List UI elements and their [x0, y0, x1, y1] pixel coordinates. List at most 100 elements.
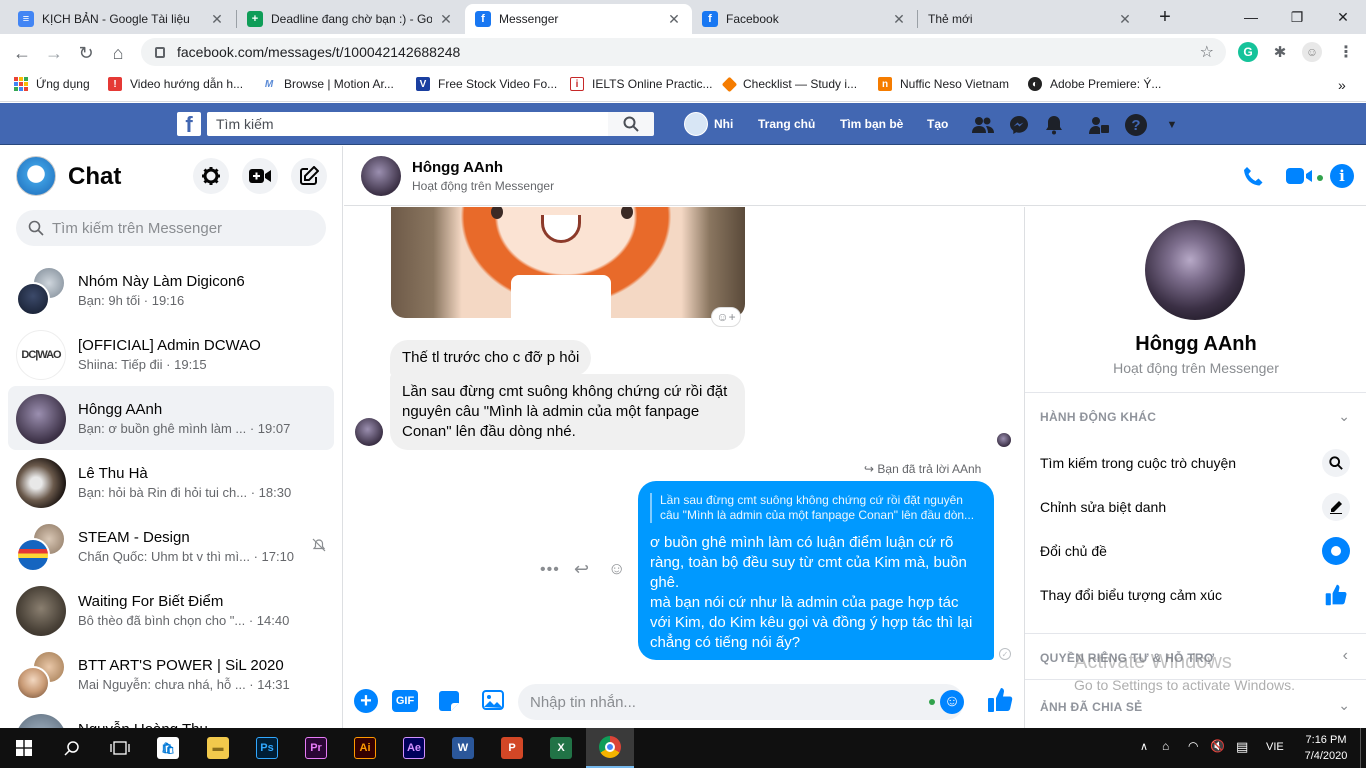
close-window-button[interactable]: ✕ — [1320, 0, 1366, 34]
bookmark-star-icon[interactable]: ☆ — [1200, 42, 1214, 62]
messenger-icon[interactable] — [1008, 114, 1030, 136]
close-tab-icon[interactable]: ✕ — [1117, 11, 1133, 28]
messenger-search-input[interactable]: Tìm kiếm trên Messenger — [16, 210, 326, 246]
search-button[interactable] — [48, 728, 96, 768]
chevron-down-icon[interactable]: ⌄ — [1338, 408, 1350, 425]
show-hidden-icons-chevron-icon[interactable]: ∧ — [1140, 740, 1148, 753]
shared-image[interactable] — [391, 207, 745, 318]
home-link[interactable]: Trang chủ — [758, 103, 815, 145]
bookmark-video-guide[interactable]: ! Video hướng dẫn h... — [108, 77, 243, 91]
theme-color-icon[interactable] — [1322, 537, 1350, 565]
chevron-left-icon[interactable]: ‹ — [1343, 647, 1348, 665]
keyboard-icon[interactable]: ▤ — [1236, 739, 1248, 755]
message-input[interactable]: Nhập tin nhắn... — [518, 684, 964, 720]
network-status-icon[interactable]: ⌂ — [1162, 739, 1169, 753]
voice-call-icon[interactable] — [1242, 166, 1264, 188]
close-tab-icon[interactable]: ✕ — [666, 11, 682, 28]
bookmark-ielts[interactable]: i IELTS Online Practic... — [570, 77, 713, 91]
message-bubble-sent[interactable]: Lần sau đừng cmt suông không chứng cứ rồ… — [638, 481, 994, 660]
more-options-icon[interactable]: ••• — [540, 561, 560, 579]
video-call-icon[interactable] — [1286, 167, 1314, 185]
conversation-item[interactable]: BTT ART'S POWER | SiL 2020 Mai Nguyễn: c… — [8, 642, 334, 706]
gif-icon[interactable]: GIF — [392, 690, 418, 712]
grammarly-extension-icon[interactable]: G — [1238, 42, 1258, 62]
back-button[interactable]: ← — [8, 39, 36, 67]
bookmark-adobe-premiere[interactable]: ◐ Adobe Premiere: Ý... — [1028, 77, 1161, 91]
action-edit-nickname[interactable]: Chỉnh sửa biệt danh — [1040, 499, 1166, 515]
bookmark-checklist[interactable]: Checklist — Study i... — [721, 76, 857, 92]
pencil-icon[interactable] — [1322, 493, 1350, 521]
photo-icon[interactable] — [482, 690, 504, 710]
bookmark-motion-array[interactable]: M Browse | Motion Ar... — [262, 77, 394, 91]
my-avatar[interactable] — [16, 156, 56, 196]
conversation-info-icon[interactable]: i — [1330, 164, 1354, 188]
contact-name[interactable]: Hôngg AAnh — [412, 159, 503, 176]
message-bubble-received[interactable]: Lần sau đừng cmt suông không chứng cứ rồ… — [390, 374, 745, 450]
show-desktop-button[interactable] — [1360, 728, 1366, 768]
start-button[interactable] — [0, 728, 48, 768]
more-actions-plus-icon[interactable]: + — [354, 689, 378, 713]
profile-avatar-icon[interactable]: ☺ — [1302, 42, 1322, 62]
conversation-item[interactable]: STEAM - Design Chấn Quốc: Uhm bt v thì m… — [8, 514, 334, 578]
section-more-actions[interactable]: HÀNH ĐỘNG KHÁC — [1040, 410, 1156, 424]
settings-button[interactable] — [193, 158, 229, 194]
conversation-item[interactable]: Lê Thu Hà Bạn: hỏi bà Rin đi hỏi tui ch.… — [8, 450, 334, 514]
facebook-search-input[interactable]: Tìm kiếm — [207, 112, 608, 136]
search-button[interactable] — [608, 112, 654, 136]
tab-messenger[interactable]: f Messenger ✕ — [465, 4, 692, 34]
taskbar-premiere[interactable]: Pr — [292, 728, 340, 768]
taskbar-chrome-active[interactable] — [586, 728, 634, 768]
chevron-down-icon[interactable]: ⌄ — [1338, 697, 1350, 714]
conversation-item[interactable]: Nhóm Này Làm Digicon6 Bạn: 9h tối · 19:1… — [8, 258, 334, 322]
new-tab-button[interactable]: + — [1143, 0, 1187, 34]
sticker-icon[interactable] — [438, 690, 460, 712]
contact-avatar[interactable] — [361, 156, 401, 196]
bookmark-free-stock-video[interactable]: V Free Stock Video Fo... — [416, 77, 557, 91]
clock[interactable]: 7:16 PM 7/4/2020 — [1296, 732, 1356, 764]
thumbs-up-emoji-icon[interactable] — [1322, 581, 1350, 609]
react-emoji-icon[interactable]: ☺ — [608, 559, 625, 579]
account-menu-chevron-icon[interactable]: ▼ — [1161, 114, 1183, 136]
tab-new-tab[interactable]: Thẻ mới ✕ — [918, 4, 1143, 34]
input-language[interactable]: VIE — [1266, 741, 1284, 753]
contact-profile-picture[interactable] — [1145, 220, 1245, 320]
find-friends-link[interactable]: Tìm bạn bè — [840, 103, 903, 145]
taskbar-file-explorer[interactable]: ▬ — [194, 728, 242, 768]
add-reaction-icon[interactable]: ☺+ — [711, 307, 741, 327]
message-bubble-received[interactable]: Thế tl trước cho c đỡ p hỏi — [390, 340, 592, 376]
facebook-logo[interactable]: f — [177, 112, 201, 136]
conversation-item-selected[interactable]: Hôngg AAnh Bạn: ơ buồn ghê mình làm ... … — [8, 386, 334, 450]
conversation-item[interactable]: Waiting For Biết Điểm Bô thèo đã bình ch… — [8, 578, 334, 642]
close-tab-icon[interactable]: ✕ — [438, 11, 454, 28]
bookmark-nuffic-neso[interactable]: n Nuffic Neso Vietnam — [878, 77, 1009, 91]
section-shared-photos[interactable]: ẢNH ĐÃ CHIA SẺ — [1040, 700, 1142, 714]
wifi-icon[interactable]: ◠ — [1188, 739, 1198, 753]
search-icon[interactable] — [1322, 449, 1350, 477]
taskbar-after-effects[interactable]: Ae — [390, 728, 438, 768]
tab-google-docs[interactable]: ≡ KỊCH BẢN - Google Tài liệu ✕ — [8, 4, 235, 34]
bookmark-apps[interactable]: Ứng dụng — [14, 77, 90, 91]
tab-facebook[interactable]: f Facebook ✕ — [692, 4, 917, 34]
taskbar-illustrator[interactable]: Ai — [341, 728, 389, 768]
task-view-button[interactable] — [96, 728, 144, 768]
minimize-button[interactable]: — — [1228, 0, 1274, 34]
extensions-puzzle-icon[interactable]: ✱ — [1270, 42, 1290, 62]
taskbar-powerpoint[interactable]: P — [488, 728, 536, 768]
emoji-picker-icon[interactable]: ☺ — [940, 690, 964, 714]
close-tab-icon[interactable]: ✕ — [209, 11, 225, 28]
url-bar[interactable]: facebook.com/messages/t/100042142688248 … — [141, 38, 1226, 66]
tab-google-sheets[interactable]: + Deadline đang chờ bạn :) - Goo ✕ — [237, 4, 464, 34]
forward-button[interactable]: → — [40, 39, 68, 67]
action-search-in-conversation[interactable]: Tìm kiếm trong cuộc trò chuyện — [1040, 455, 1236, 471]
more-bookmarks-icon[interactable]: » — [1338, 77, 1346, 93]
restore-button[interactable]: ❐ — [1274, 0, 1320, 34]
taskbar-word[interactable]: W — [439, 728, 487, 768]
volume-muted-icon[interactable]: 🔇 — [1210, 739, 1225, 753]
reload-button[interactable]: ↻ — [72, 39, 100, 67]
like-thumb-icon[interactable] — [987, 686, 1013, 714]
taskbar-photoshop[interactable]: Ps — [243, 728, 291, 768]
browser-menu-icon[interactable]: ⋮ — [1336, 42, 1356, 62]
friend-requests-icon[interactable] — [972, 114, 994, 136]
close-tab-icon[interactable]: ✕ — [891, 11, 907, 28]
quick-help-people-icon[interactable] — [1088, 114, 1110, 136]
